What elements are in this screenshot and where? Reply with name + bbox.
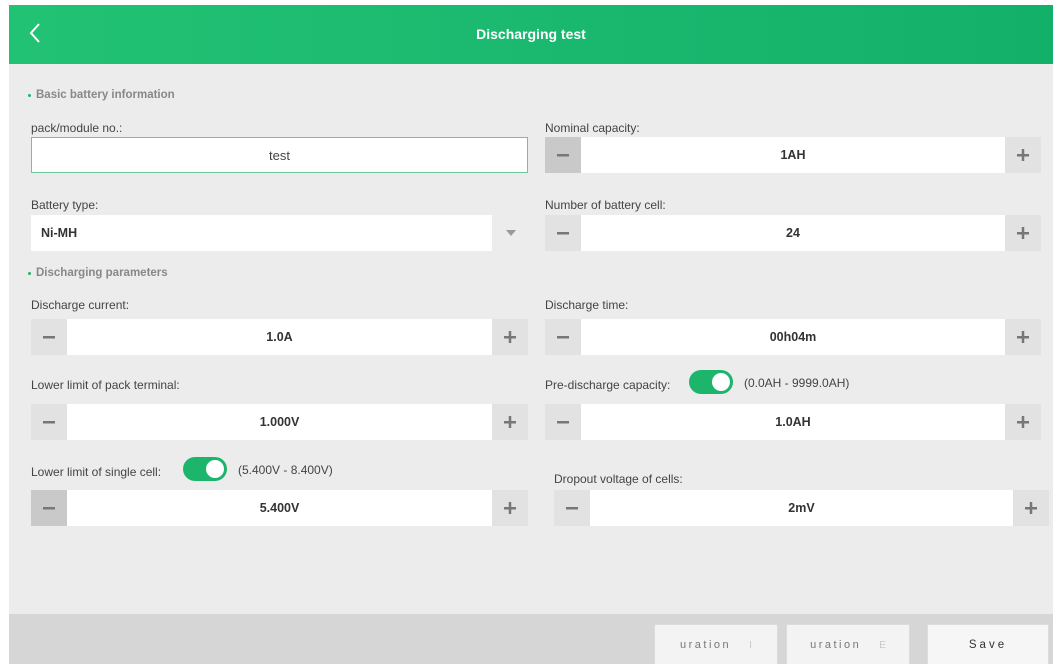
nominal-capacity-decrement-button[interactable]: [545, 137, 581, 173]
discharge-current-stepper: 1.0A: [31, 319, 528, 355]
footer-button-1-faded: I: [749, 639, 752, 651]
cell-count-stepper: 24: [545, 215, 1041, 251]
footer-button-2[interactable]: uration E: [786, 624, 910, 664]
lower-limit-pack-stepper: 1.000V: [31, 404, 528, 440]
dropout-voltage-decrement-button[interactable]: [554, 490, 590, 526]
discharge-current-increment-button[interactable]: [492, 319, 528, 355]
nominal-capacity-stepper: 1AH: [545, 137, 1041, 173]
section-discharging-params: Discharging parameters: [28, 267, 168, 279]
pre-discharge-increment-button[interactable]: [1005, 404, 1041, 440]
caret-down-icon: [506, 230, 516, 236]
plus-icon: [504, 416, 516, 428]
save-button-label: Save: [968, 639, 1008, 651]
pre-discharge-stepper: 1.0AH: [545, 404, 1041, 440]
save-button[interactable]: Save: [927, 624, 1049, 664]
lower-limit-cell-value[interactable]: 5.400V: [67, 490, 492, 526]
cell-count-value[interactable]: 24: [581, 215, 1005, 251]
lower-limit-pack-increment-button[interactable]: [492, 404, 528, 440]
plus-icon: [1017, 149, 1029, 161]
minus-icon: [566, 507, 578, 510]
dropout-voltage-value[interactable]: 2mV: [590, 490, 1013, 526]
minus-icon: [557, 232, 569, 235]
app-window: Discharging test Basic battery informati…: [9, 5, 1053, 664]
lower-limit-cell-increment-button[interactable]: [492, 490, 528, 526]
discharge-time-decrement-button[interactable]: [545, 319, 581, 355]
discharge-time-value[interactable]: 00h04m: [581, 319, 1005, 355]
cell-count-increment-button[interactable]: [1005, 215, 1041, 251]
toggle-knob: [712, 373, 730, 391]
battery-type-dropdown-button[interactable]: [492, 215, 528, 251]
minus-icon: [557, 336, 569, 339]
lower-limit-pack-decrement-button[interactable]: [31, 404, 67, 440]
footer-button-2-faded: E: [879, 639, 886, 651]
section-basic-info: Basic battery information: [28, 89, 175, 101]
lower-limit-cell-stepper: 5.400V: [31, 490, 528, 526]
dropout-voltage-label: Dropout voltage of cells:: [554, 472, 683, 486]
page-title: Discharging test: [476, 26, 586, 42]
footer-bar: uration I uration E Save: [9, 614, 1053, 664]
cell-count-label: Number of battery cell:: [545, 198, 666, 212]
pre-discharge-decrement-button[interactable]: [545, 404, 581, 440]
pre-discharge-toggle[interactable]: [689, 370, 733, 394]
lower-limit-cell-range: (5.400V - 8.400V): [238, 463, 333, 477]
nominal-capacity-label: Nominal capacity:: [545, 121, 640, 135]
plus-icon: [1017, 227, 1029, 239]
plus-icon: [1017, 416, 1029, 428]
discharge-current-label: Discharge current:: [31, 298, 130, 312]
nominal-capacity-increment-button[interactable]: [1005, 137, 1041, 173]
plus-icon: [504, 502, 516, 514]
plus-icon: [1025, 502, 1037, 514]
bullet-dot: [28, 93, 31, 97]
lower-limit-cell-decrement-button[interactable]: [31, 490, 67, 526]
discharge-time-label: Discharge time:: [545, 298, 629, 312]
battery-type-select[interactable]: Ni-MH: [31, 215, 528, 251]
minus-icon: [43, 507, 55, 510]
dropout-voltage-increment-button[interactable]: [1013, 490, 1049, 526]
pre-discharge-value[interactable]: 1.0AH: [581, 404, 1005, 440]
discharge-time-stepper: 00h04m: [545, 319, 1041, 355]
pack-no-input[interactable]: [31, 137, 528, 173]
minus-icon: [43, 336, 55, 339]
battery-type-label: Battery type:: [31, 198, 99, 212]
title-bar: Discharging test: [9, 5, 1053, 64]
cell-count-decrement-button[interactable]: [545, 215, 581, 251]
pre-discharge-label: Pre-discharge capacity:: [545, 378, 671, 392]
toggle-knob: [206, 460, 224, 478]
minus-icon: [43, 421, 55, 424]
discharge-current-decrement-button[interactable]: [31, 319, 67, 355]
discharge-time-increment-button[interactable]: [1005, 319, 1041, 355]
lower-limit-cell-toggle[interactable]: [183, 457, 227, 481]
discharge-current-value[interactable]: 1.0A: [67, 319, 492, 355]
section-basic-info-label: Basic battery information: [36, 89, 175, 101]
battery-type-value: Ni-MH: [41, 226, 78, 240]
footer-button-1[interactable]: uration I: [654, 624, 778, 664]
footer-button-2-label: uration: [810, 639, 862, 651]
pre-discharge-range: (0.0AH - 9999.0AH): [744, 376, 850, 390]
nominal-capacity-value[interactable]: 1AH: [581, 137, 1005, 173]
bullet-dot: [28, 271, 31, 275]
lower-limit-cell-label: Lower limit of single cell:: [31, 465, 162, 479]
minus-icon: [557, 154, 569, 157]
plus-icon: [1017, 331, 1029, 343]
lower-limit-pack-value[interactable]: 1.000V: [67, 404, 492, 440]
lower-limit-pack-label: Lower limit of pack terminal:: [31, 378, 180, 392]
pack-no-label: pack/module no.:: [31, 121, 123, 135]
plus-icon: [504, 331, 516, 343]
section-discharging-params-label: Discharging parameters: [36, 267, 168, 279]
footer-button-1-label: uration: [680, 639, 732, 651]
minus-icon: [557, 421, 569, 424]
dropout-voltage-stepper: 2mV: [554, 490, 1049, 526]
